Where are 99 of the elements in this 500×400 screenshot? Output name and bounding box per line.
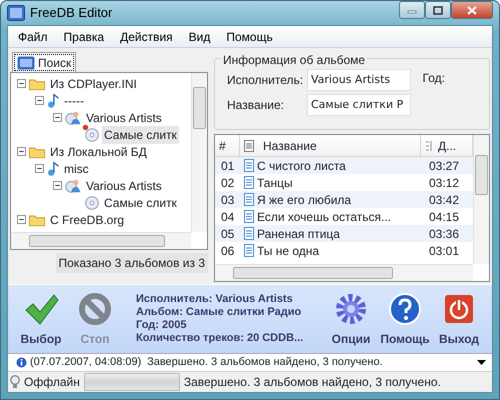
info-icon [16,357,27,368]
person-disc-icon [64,178,82,194]
document-icon [244,244,254,257]
column-header[interactable]: # [215,135,240,156]
close-button[interactable] [451,1,493,19]
log-message: Завершено. 3 альбомов найдено, 3 получено. [147,355,383,370]
summary-line: Альбом: Самые слитки Радио [136,306,302,319]
tree-item[interactable]: misc [62,160,91,178]
person-disc-icon [64,110,82,126]
horizontal-scrollbar[interactable] [215,264,473,281]
minus-icon [18,216,25,223]
table-cell-text: Если хочешь остаться... [257,208,392,226]
menu-item[interactable]: Файл [10,28,56,46]
log-time: (07.07.2007, 04:08:09) [30,355,142,370]
maximize-button[interactable] [425,1,451,19]
folder-icon [28,76,46,90]
connection-status: Оффлайн [24,374,80,391]
table-cell-text: 03:01 [428,242,460,260]
status-message: Завершено. 3 альбомов найдено, 3 получено. [184,374,441,391]
table-cell-text: 02 [220,174,236,192]
toolbar-button[interactable]: Выход [432,290,486,348]
document-icon [244,210,254,223]
artist-label: Исполнитель: [226,72,301,89]
menu-item[interactable]: Действия [112,28,181,46]
vertical-scrollbar[interactable] [473,135,489,264]
collapse-toggle[interactable] [35,164,44,173]
minus-icon [18,148,25,155]
app-icon [7,5,25,21]
toolbar-button[interactable]: Выбор [14,290,68,348]
vertical-scrollbar[interactable] [191,73,207,232]
table-cell-text: 04 [220,208,236,226]
horizontal-scrollbar[interactable] [11,232,191,249]
minus-icon [54,182,61,189]
tree-item[interactable]: Самые слитк [102,194,179,212]
menu-item[interactable]: Помощь [218,28,281,46]
minus-icon [18,80,25,87]
table-cell-text: 03:42 [428,192,460,208]
document-icon [244,193,254,206]
document-icon [244,227,254,240]
document-icon [244,176,254,189]
minimize-button[interactable] [399,1,425,19]
collapse-toggle[interactable] [35,96,44,105]
column-header[interactable]: Название [240,135,421,156]
table-cell-text: Танцы [257,174,293,192]
collapse-toggle[interactable] [53,181,62,190]
tree-item[interactable]: С FreeDB.org [48,210,126,228]
music-note-icon [46,160,60,176]
prohibited-icon [78,290,112,328]
table-cell-text: Ты не одна [257,242,320,260]
table-cell-text: 03:36 [428,226,460,242]
table-cell-text: 01 [220,158,236,174]
tree-item[interactable]: Из Локальной БД [48,142,149,160]
app-icon [17,56,35,70]
summary-line: Год: 2005 [136,319,188,332]
toolbar-button[interactable]: Опции [324,290,378,348]
music-note-icon [46,92,60,108]
folder-icon [28,144,46,158]
artist-field[interactable]: Various Artists [307,69,411,91]
tree-item[interactable]: Various Artists [84,108,164,126]
toolbar-button[interactable]: Помощь [378,290,432,348]
window-title: FreeDB Editor [30,4,112,22]
summary-line: Исполнитель: Various Artists [136,293,294,306]
maximize-icon [433,6,443,14]
dropdown-icon[interactable] [477,360,486,366]
minus-icon [36,97,43,104]
table-cell-text: 05 [220,226,236,242]
tree-item[interactable]: ----- [62,92,86,110]
table-cell-text: 04:15 [428,208,460,226]
summary-line: Количество треков: 20 CDDB... [136,332,304,345]
document-icon [244,140,254,152]
table-cell-text: 06 [220,242,236,260]
table-cell-text: Я же его любила [257,192,352,208]
document-icon [244,159,254,172]
menu-item[interactable]: Правка [56,28,112,46]
help-icon [388,290,422,328]
table-cell-text: 03 [220,192,236,208]
tree-item[interactable]: Various Artists [84,176,164,194]
collapse-toggle[interactable] [53,113,62,122]
minus-icon [54,114,61,121]
title-field[interactable]: Самые слитки Р [307,94,411,116]
table-cell-text: С чистого листа [257,158,346,174]
collapse-toggle[interactable] [17,147,26,156]
year-label: Год: [422,70,445,87]
collapse-toggle[interactable] [17,215,26,224]
table-cell-text: 03:12 [428,174,460,192]
minus-icon [36,165,43,172]
close-icon [467,6,477,14]
table-cell-text: Раненая птица [257,226,340,242]
bulb-icon [10,375,20,389]
tree-item[interactable]: Самые слитк [102,126,179,144]
tree-item[interactable]: Из CDPlayer.INI [48,74,139,92]
menu-item[interactable]: Вид [180,28,218,46]
table-cell-text: 03:27 [428,158,460,174]
folder-icon [28,212,46,226]
search-tab[interactable]: Поиск [12,52,76,73]
title-label: Название: [226,96,285,114]
disc-icon [84,194,100,210]
collapse-toggle[interactable] [17,79,26,88]
album-count-label: Показано 3 альбомов из 3 [56,253,208,273]
